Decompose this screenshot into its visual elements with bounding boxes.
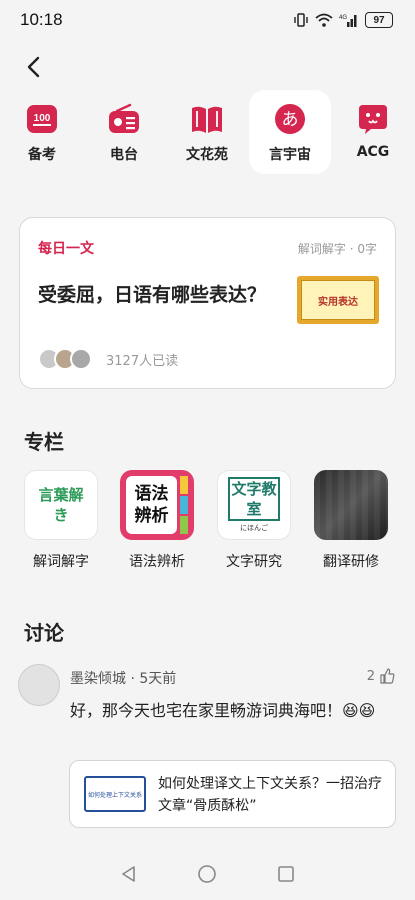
readers-row: 3127人已读 [38, 348, 178, 370]
column-wenziyanjiu[interactable]: 文字教室 にほんご 文字研究 [214, 470, 294, 571]
reader-avatar [70, 348, 92, 370]
nav-item-label: 备考 [28, 147, 56, 163]
system-nav-bar [0, 848, 415, 900]
svg-text:あ: あ [282, 110, 299, 130]
daily-tag: 每日一文 [38, 241, 94, 257]
column-label: 文字研究 [226, 554, 282, 570]
comment-user[interactable]: 墨染倾城 · 5天前 [70, 668, 176, 688]
recents-square-icon[interactable] [277, 865, 295, 883]
nav-item-wenhuayuan[interactable]: 文花苑 [166, 90, 248, 174]
column-label: 翻译研修 [323, 554, 379, 570]
nav-item-label: 文花苑 [186, 147, 228, 163]
like-count: 2 [366, 668, 375, 684]
status-bar: 10:18 4G 97 [0, 0, 415, 40]
category-nav: 100 备考 电台 文花苑 あ 言宇宙 ACG [0, 90, 415, 174]
thumbs-up-icon [380, 668, 395, 684]
linked-article-card[interactable]: 如何处理上下文关系 如何处理译文上下文关系？一招治疗文章“骨质酥松” [69, 760, 396, 828]
column-tile: 言葉解き [24, 470, 98, 540]
score-100-icon: 100 [25, 102, 59, 136]
nav-item-yanyuzhou[interactable]: あ 言宇宙 [249, 90, 331, 174]
nav-item-acg[interactable]: ACG [332, 90, 414, 174]
column-tile-text: 言葉解き [38, 486, 84, 524]
home-circle-icon[interactable] [197, 864, 217, 884]
svg-text:100: 100 [34, 113, 51, 124]
column-tile: 文字教室 にほんご [217, 470, 291, 540]
newspaper-pattern-icon [314, 470, 388, 540]
nav-item-label: 电台 [110, 147, 138, 163]
column-label: 解词解字 [33, 554, 89, 570]
readers-count: 3127人已读 [106, 353, 179, 369]
user-avatar[interactable] [18, 664, 60, 706]
nav-item-label: 言宇宙 [269, 147, 311, 163]
comment-text: 好，那今天也宅在家里畅游词典海吧！😆😆 [70, 701, 376, 720]
daily-thumbnail: 实用表达 [297, 276, 379, 324]
daily-meta: 解词解字 · 0字 [297, 242, 377, 256]
column-tile-text: 语法辨析 [134, 484, 169, 526]
chevron-left-icon [27, 56, 40, 78]
column-tile [314, 470, 388, 540]
column-fanyiyanxiu[interactable]: 翻译研修 [311, 470, 391, 571]
columns-section-title: 专栏 [24, 430, 64, 454]
daily-article-card[interactable]: 每日一文 解词解字 · 0字 受委屈，日语有哪些表达？ 实用表达 3127人已读 [19, 217, 396, 389]
status-icons: 4G 97 [293, 10, 393, 30]
signal-icon: 4G [339, 15, 357, 27]
status-time: 10:18 [20, 10, 63, 29]
wifi-icon [315, 13, 333, 27]
column-label: 语法辨析 [129, 554, 185, 570]
column-jiecijiezi[interactable]: 言葉解き 解词解字 [21, 470, 101, 571]
like-button[interactable]: 2 [367, 668, 395, 684]
back-triangle-icon[interactable] [120, 865, 138, 883]
nav-item-beikao[interactable]: 100 备考 [1, 90, 83, 174]
book-icon [190, 102, 224, 136]
column-tile: 语法辨析 [120, 470, 194, 540]
svg-text:4G: 4G [339, 15, 347, 21]
hiragana-a-icon: あ [273, 102, 307, 136]
daily-title: 受委屈，日语有哪些表达？ [38, 284, 267, 306]
column-tile-text: 文字教室 [228, 477, 280, 521]
cat-icon [356, 102, 390, 136]
radio-icon [107, 102, 141, 136]
vibrate-icon [294, 13, 308, 27]
back-button[interactable] [18, 52, 48, 82]
linked-article-thumbnail: 如何处理上下文关系 [84, 776, 146, 812]
linked-article-title: 如何处理译文上下文关系？一招治疗文章“骨质酥松” [158, 776, 382, 814]
nav-item-label: ACG [356, 144, 390, 160]
discussion-section-title: 讨论 [24, 621, 64, 645]
battery-indicator: 97 [365, 12, 393, 28]
nav-item-diantai[interactable]: 电台 [83, 90, 165, 174]
daily-thumbnail-text: 实用表达 [301, 280, 375, 320]
column-yufabianxi[interactable]: 语法辨析 语法辨析 [117, 470, 197, 571]
column-tile-hint: にほんご [240, 524, 268, 532]
